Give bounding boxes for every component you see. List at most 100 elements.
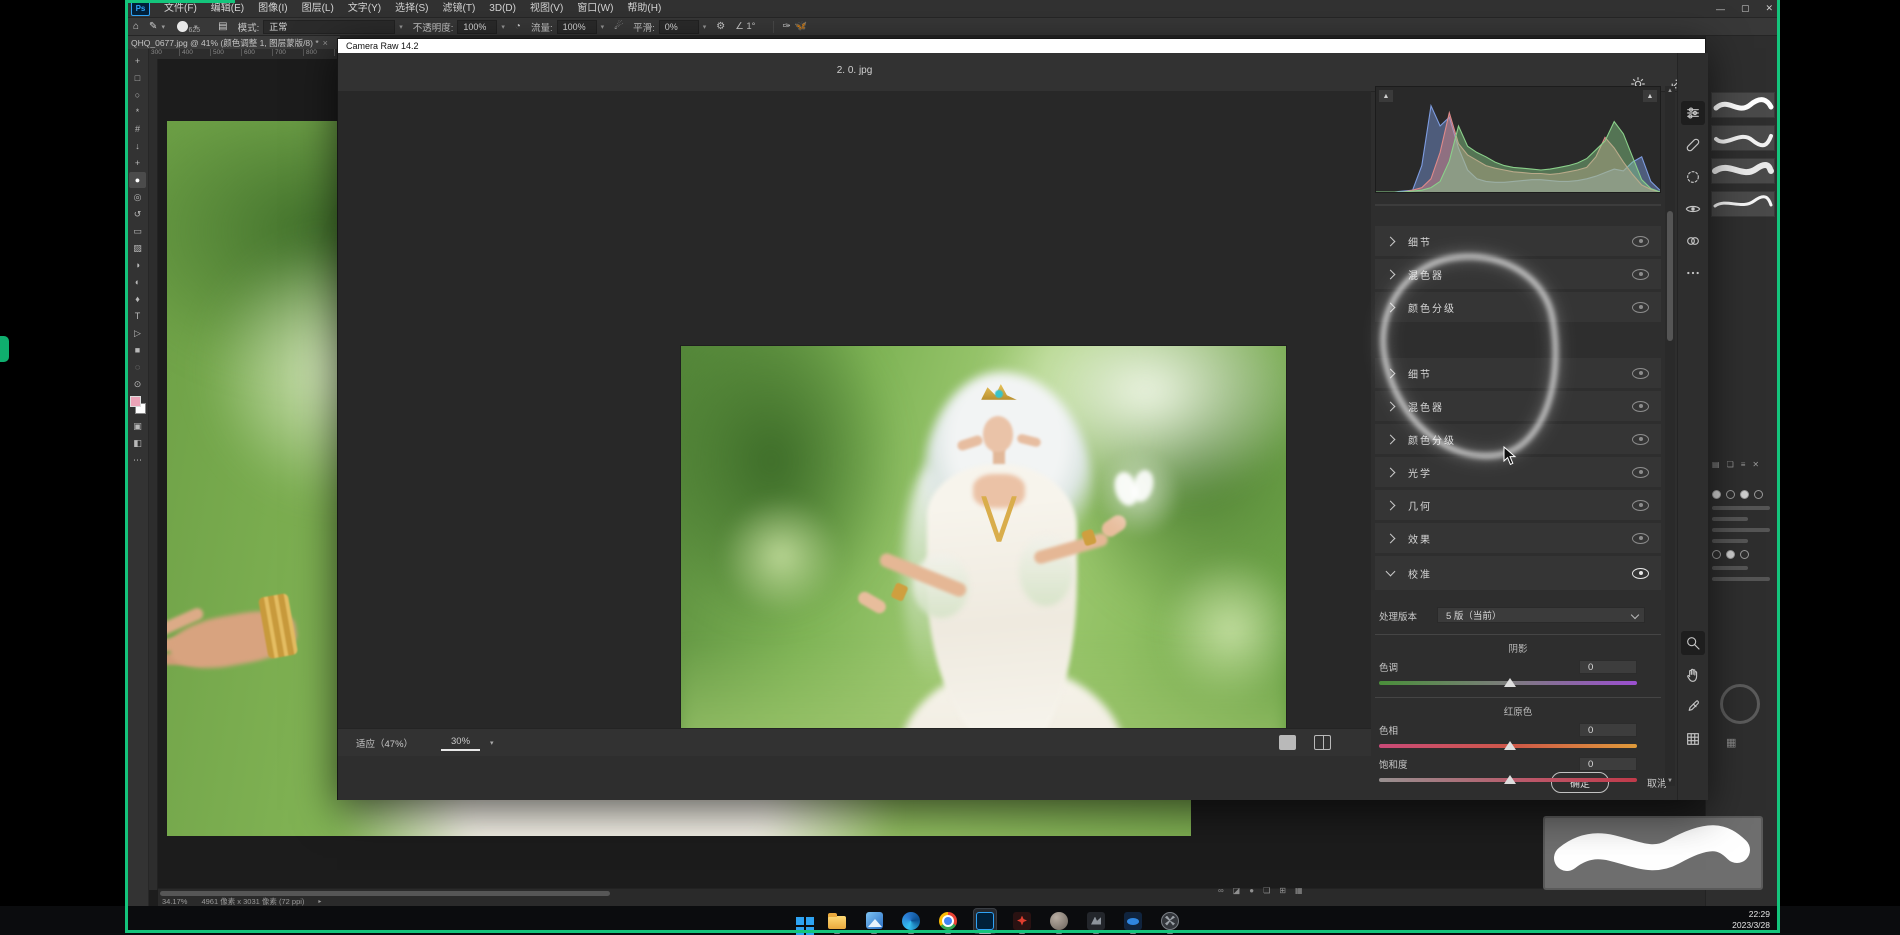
menu-item[interactable]: 视图(V) xyxy=(523,3,570,14)
visibility-eye-icon[interactable] xyxy=(1632,533,1649,544)
close-button[interactable]: ✕ xyxy=(1765,3,1773,14)
section-detail[interactable]: 细节 xyxy=(1375,226,1661,256)
menu-item[interactable]: 文字(Y) xyxy=(341,3,388,14)
zoom-tool[interactable]: ⊙ xyxy=(129,376,146,392)
visibility-eye-icon[interactable] xyxy=(1632,302,1649,313)
pressure-size-icon[interactable]: ✑ xyxy=(782,21,790,32)
eraser-tool[interactable]: ▭ xyxy=(129,223,146,239)
menu-item[interactable]: 窗口(W) xyxy=(570,3,620,14)
maximize-button[interactable]: ▢ xyxy=(1741,3,1750,14)
more-menu[interactable] xyxy=(1681,261,1705,285)
menu-item[interactable]: 帮助(H) xyxy=(620,3,668,14)
healing-tool[interactable] xyxy=(1681,133,1705,157)
process-version-select[interactable]: 5 版（当前） xyxy=(1437,607,1645,623)
fit-zoom-label[interactable]: 适应（47%） xyxy=(356,736,413,750)
masking-tool[interactable] xyxy=(1681,165,1705,189)
edit-tool[interactable] xyxy=(1681,101,1705,125)
blur-tool[interactable]: ◑ xyxy=(129,257,146,273)
visibility-eye-icon[interactable] xyxy=(1632,368,1649,379)
type-tool[interactable]: T xyxy=(129,308,146,324)
flow-field[interactable]: 100% xyxy=(557,20,597,34)
brush-angle-field[interactable]: ∠ 1° xyxy=(735,21,755,32)
section-geometry[interactable]: 几何 xyxy=(1375,490,1661,520)
document-tab[interactable]: QHQ_0677.jpg @ 41% (颜色调整 1, 图层蒙版/8) * × xyxy=(127,36,340,49)
layers-panel-buttons[interactable]: ∞◪●❏⊞▦ xyxy=(1218,886,1303,895)
visibility-eye-icon[interactable] xyxy=(1632,434,1649,445)
clone-stamp-tool[interactable]: ◎ xyxy=(129,189,146,205)
pen-tool[interactable]: ♦ xyxy=(129,291,146,307)
scroll-up-icon[interactable]: ▲ xyxy=(1665,86,1675,96)
single-view-icon[interactable] xyxy=(1279,735,1296,750)
screen-mode-toggle[interactable]: ◧ xyxy=(129,435,146,451)
tint-slider[interactable] xyxy=(1379,677,1657,689)
status-chevron-icon[interactable]: ▸ xyxy=(318,898,321,905)
healing-tool[interactable]: + xyxy=(129,155,146,171)
menu-item[interactable]: 编辑(E) xyxy=(204,3,251,14)
history-brush-tool[interactable]: ↺ xyxy=(129,206,146,222)
toggle-panel-icon[interactable]: ▤ xyxy=(218,21,227,32)
grid-overlay-tool[interactable] xyxy=(1681,727,1705,751)
preview-area[interactable] xyxy=(338,91,1371,728)
opacity-field[interactable]: 100% xyxy=(457,20,497,34)
home-icon[interactable]: ⌂ xyxy=(133,21,139,32)
pressure-opacity-icon[interactable]: ◔ xyxy=(515,21,521,32)
presets-tool[interactable] xyxy=(1681,229,1705,253)
more-tools[interactable]: ⋯ xyxy=(129,452,146,468)
marquee-tool[interactable]: □ xyxy=(129,70,146,86)
zoom-tool[interactable] xyxy=(1681,631,1705,655)
quick-mask-toggle[interactable]: ▣ xyxy=(129,418,146,434)
brush-preset-icon[interactable] xyxy=(177,21,188,32)
crop-tool[interactable]: # xyxy=(129,121,146,137)
menu-item[interactable]: 选择(S) xyxy=(388,3,435,14)
visibility-eye-icon[interactable] xyxy=(1632,236,1649,247)
brush-tool[interactable]: ● xyxy=(129,172,146,188)
color-swatches[interactable] xyxy=(129,396,146,414)
hand-tool[interactable] xyxy=(1681,663,1705,687)
menu-item[interactable]: 图层(L) xyxy=(295,3,341,14)
zoom-percent[interactable]: 34.17% xyxy=(162,897,187,906)
white-balance-tool[interactable] xyxy=(1681,695,1705,719)
before-after-view-icon[interactable] xyxy=(1314,735,1331,750)
hue-slider[interactable] xyxy=(1379,740,1657,752)
menu-item[interactable]: 图像(I) xyxy=(251,3,294,14)
red-eye-tool[interactable] xyxy=(1681,197,1705,221)
section-calibration[interactable]: 校准 xyxy=(1375,556,1661,590)
visibility-eye-icon[interactable] xyxy=(1632,467,1649,478)
hue-value-field[interactable]: 0 xyxy=(1579,723,1637,737)
dodge-tool[interactable]: ◐ xyxy=(129,274,146,290)
camera-raw-titlebar[interactable]: Camera Raw 14.2 xyxy=(338,39,1705,53)
section-optics[interactable]: 光学 xyxy=(1375,457,1661,487)
histogram[interactable]: ▲ ▲ xyxy=(1375,86,1661,193)
brush-tool-icon[interactable]: ✎ xyxy=(149,21,157,32)
path-select-tool[interactable]: ▷ xyxy=(129,325,146,341)
eyedropper-tool[interactable]: ↓ xyxy=(129,138,146,154)
saturation-value-field[interactable]: 0 xyxy=(1579,757,1637,771)
menu-item[interactable]: 文件(F) xyxy=(157,3,204,14)
zoom-level-select[interactable]: 30% xyxy=(441,736,480,751)
quick-select-tool[interactable]: * xyxy=(129,104,146,120)
foreground-color-swatch[interactable] xyxy=(130,396,141,407)
minimize-button[interactable]: — xyxy=(1716,4,1725,14)
section-effects[interactable]: 效果 xyxy=(1375,523,1661,553)
chevron-down-icon[interactable]: ▾ xyxy=(490,739,494,747)
gear-icon[interactable]: ⚙ xyxy=(716,21,725,32)
menu-item[interactable]: 3D(D) xyxy=(482,3,523,14)
tint-value-field[interactable]: 0 xyxy=(1579,660,1637,674)
visibility-eye-icon[interactable] xyxy=(1632,568,1649,579)
scroll-down-icon[interactable]: ▼ xyxy=(1665,776,1675,786)
share-control-tab[interactable] xyxy=(0,336,9,362)
grid-panel-icon[interactable]: ▦ xyxy=(1726,736,1736,749)
visibility-eye-icon[interactable] xyxy=(1632,500,1649,511)
visibility-eye-icon[interactable] xyxy=(1632,269,1649,280)
tab-close-icon[interactable]: × xyxy=(323,38,328,48)
hand-tool[interactable]: ◌ xyxy=(129,359,146,375)
menu-item[interactable]: 滤镜(T) xyxy=(436,3,483,14)
symmetry-icon[interactable]: 🦋 xyxy=(795,21,807,32)
lasso-tool[interactable]: ○ xyxy=(129,87,146,103)
visibility-eye-icon[interactable] xyxy=(1632,401,1649,412)
system-clock[interactable]: 22:29 2023/3/28 xyxy=(1732,909,1770,931)
move-tool[interactable]: + xyxy=(129,53,146,69)
saturation-slider[interactable] xyxy=(1379,774,1657,786)
smoothing-field[interactable]: 0% xyxy=(659,20,699,34)
airbrush-icon[interactable]: ☄ xyxy=(614,21,623,32)
